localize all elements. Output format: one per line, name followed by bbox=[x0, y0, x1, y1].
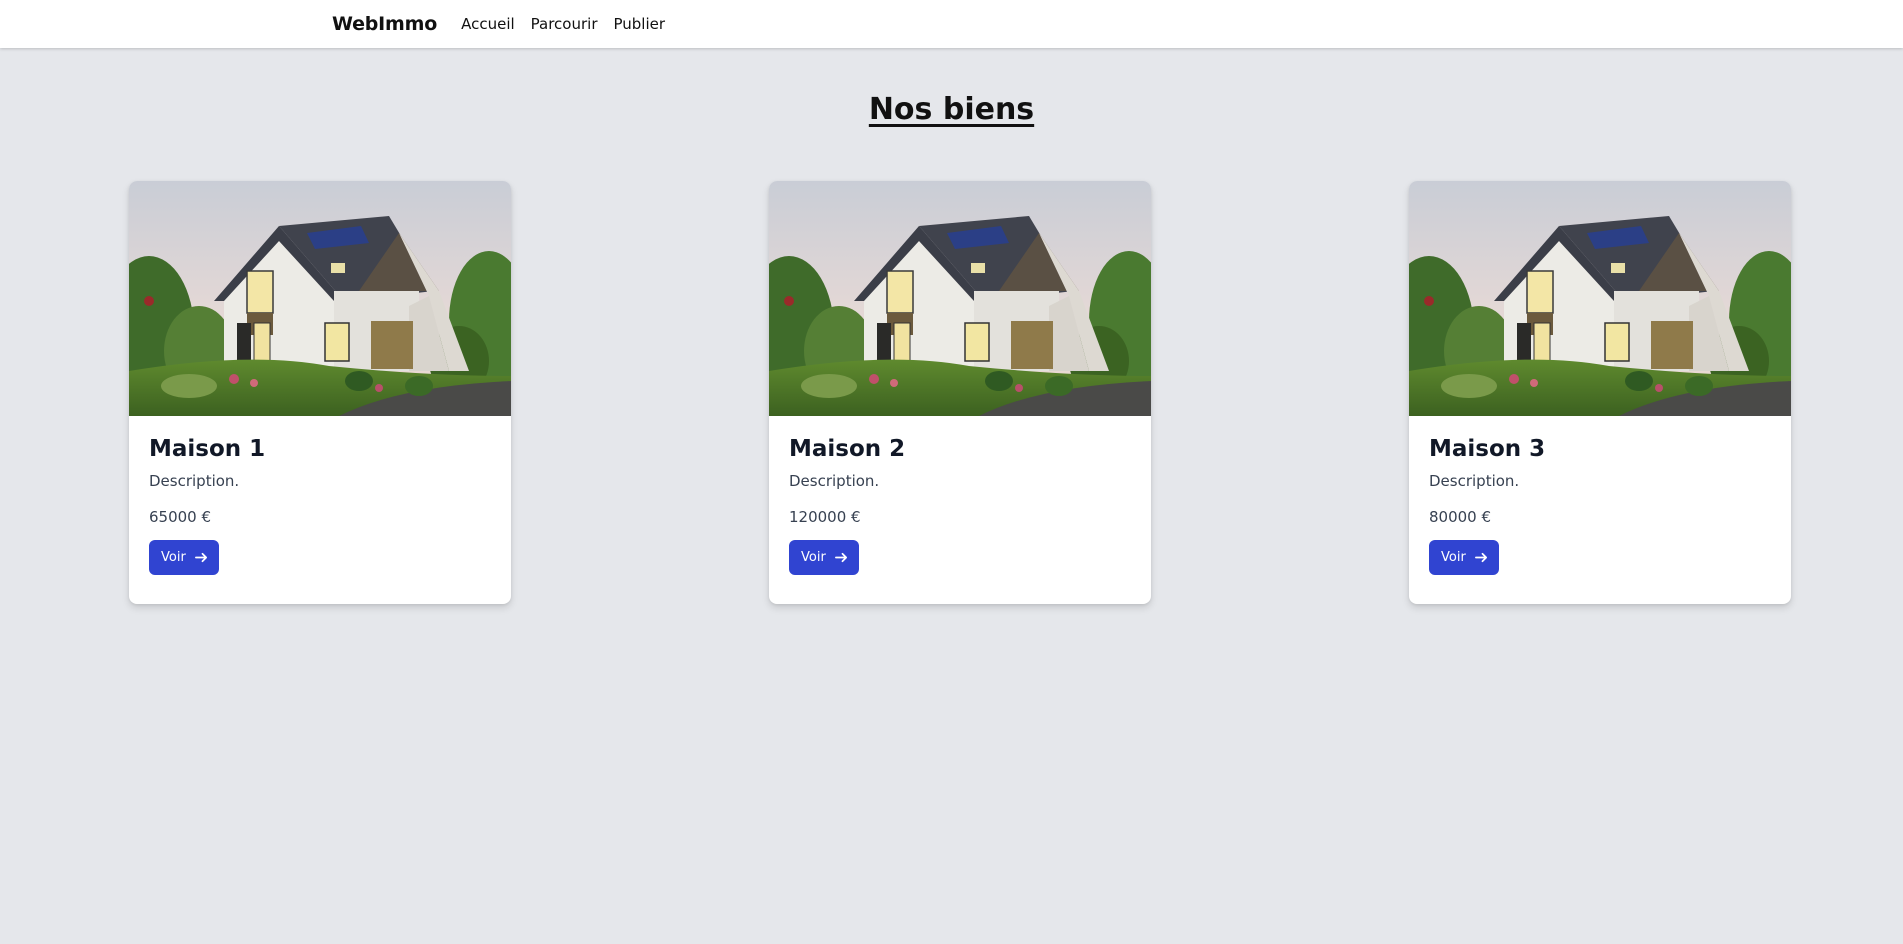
view-listing-button[interactable]: Voir bbox=[1429, 540, 1499, 575]
listing-description: Description. bbox=[149, 472, 240, 490]
arrow-right-icon bbox=[834, 550, 849, 565]
view-button-label: Voir bbox=[161, 550, 186, 565]
arrow-right-icon bbox=[194, 550, 209, 565]
listing-price: 65000 € bbox=[149, 508, 212, 526]
view-listing-button[interactable]: Voir bbox=[789, 540, 859, 575]
listing-card: Maison 3 Description. 80000 € Voir bbox=[1409, 181, 1791, 604]
listing-card: Maison 2 Description. 120000 € Voir bbox=[769, 181, 1151, 604]
nav-link-accueil[interactable]: Accueil bbox=[461, 15, 515, 33]
brand-logo[interactable]: WebImmo bbox=[332, 13, 437, 35]
view-button-label: Voir bbox=[1441, 550, 1466, 565]
listing-card: Maison 1 Description. 65000 € Voir bbox=[129, 181, 511, 604]
view-button-label: Voir bbox=[801, 550, 826, 565]
top-navbar: WebImmo Accueil Parcourir Publier bbox=[0, 0, 1903, 48]
listing-title: Maison 1 bbox=[149, 436, 266, 462]
listing-price: 80000 € bbox=[1429, 508, 1492, 526]
listing-description: Description. bbox=[1429, 472, 1520, 490]
listing-title: Maison 2 bbox=[789, 436, 906, 462]
nav-link-publier[interactable]: Publier bbox=[614, 15, 666, 33]
house-image bbox=[1409, 181, 1791, 416]
page-title: Nos biens bbox=[868, 92, 1035, 127]
listing-description: Description. bbox=[789, 472, 880, 490]
view-listing-button[interactable]: Voir bbox=[149, 540, 219, 575]
house-image bbox=[769, 181, 1151, 416]
listing-price: 120000 € bbox=[789, 508, 861, 526]
house-image bbox=[129, 181, 511, 416]
listing-title: Maison 3 bbox=[1429, 436, 1546, 462]
arrow-right-icon bbox=[1474, 550, 1489, 565]
nav-link-parcourir[interactable]: Parcourir bbox=[531, 15, 598, 33]
